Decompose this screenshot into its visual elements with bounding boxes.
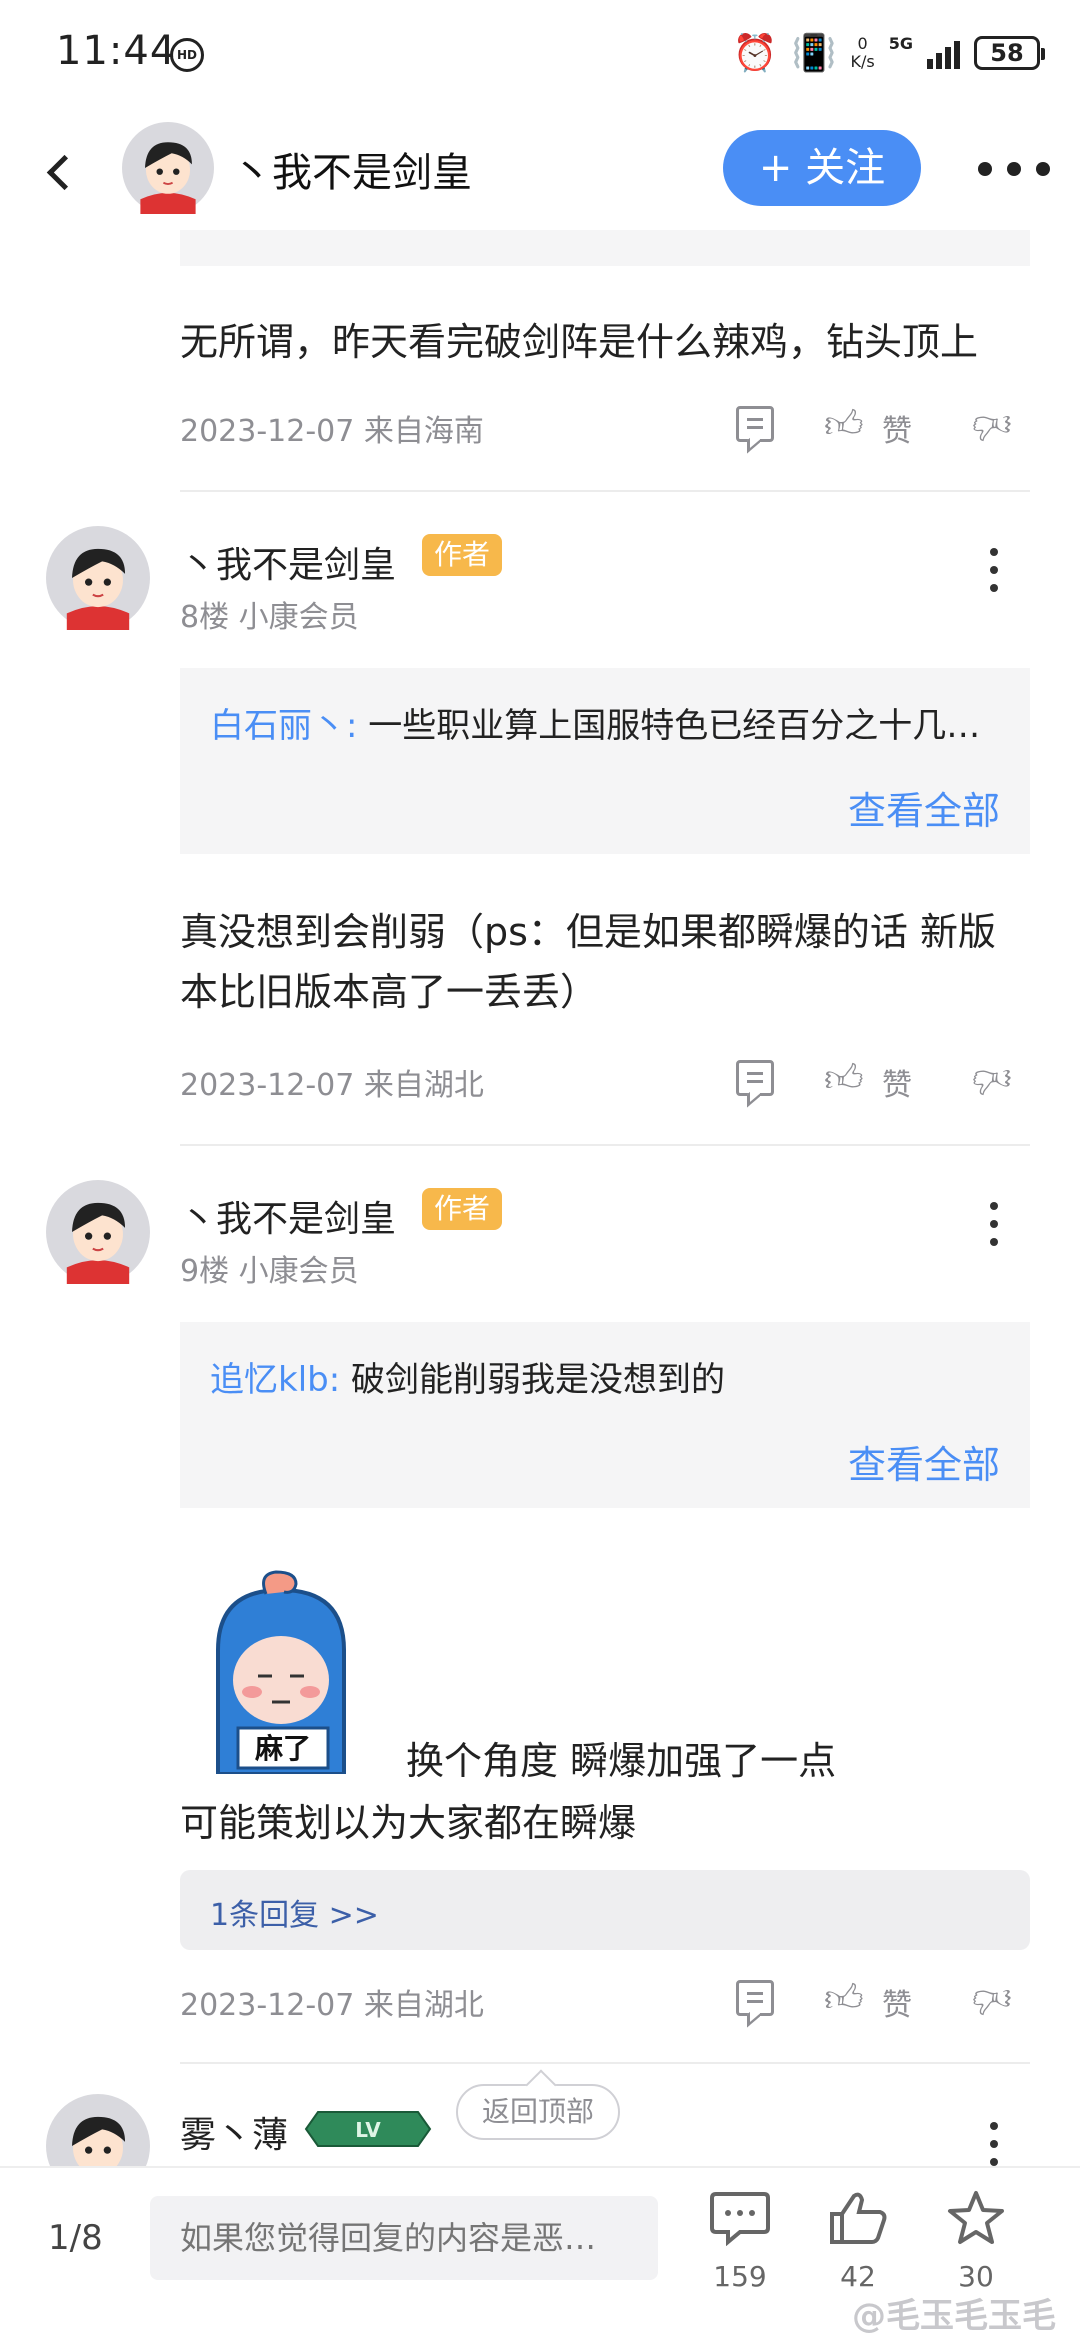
sticker-image[interactable]: 麻了 — [188, 1570, 374, 1774]
user-avatar[interactable] — [46, 1180, 150, 1284]
thumbs-down-icon[interactable]: 👍︎ — [972, 1976, 1012, 2022]
quoted-username[interactable]: 追忆klb: — [210, 1360, 340, 1400]
reply-input[interactable] — [150, 2196, 658, 2280]
like-button[interactable]: 42 — [818, 2190, 898, 2293]
thumbs-down-icon[interactable]: 👍︎ — [972, 1056, 1012, 1102]
divider — [180, 1144, 1030, 1146]
back-arrow-icon[interactable] — [30, 140, 90, 200]
svg-text:LV: LV — [355, 2118, 381, 2142]
user-avatar[interactable] — [46, 526, 150, 630]
favorite-button[interactable]: 30 — [936, 2190, 1016, 2293]
network-type: 5G — [888, 33, 913, 53]
quoted-reply: 白石丽丶: 一些职业算上国服特色已经百分之十几… — [210, 698, 1000, 747]
comment-actions: 👍︎ 赞 👍︎ — [736, 1056, 1036, 1106]
comment-text: 无所谓，昨天看完破剑阵是什么辣鸡，钻头顶上 — [180, 320, 979, 364]
divider — [180, 490, 1030, 492]
status-time: 11:44 — [56, 28, 177, 74]
previous-quote-box — [180, 230, 1030, 266]
comment-actions: 👍︎ 赞 👍︎ — [736, 1976, 1036, 2026]
comments-button[interactable]: 159 — [700, 2190, 780, 2293]
quoted-text: 一些职业算上国服特色已经百分之十几… — [357, 706, 981, 746]
like-label[interactable]: 赞 — [882, 1060, 912, 1104]
like-label[interactable]: 赞 — [882, 1980, 912, 2024]
comment-icon — [710, 2192, 770, 2247]
thread-header: 丶我不是剑皇 + 关注 — [0, 110, 1080, 230]
header-avatar[interactable] — [122, 122, 214, 214]
author-badge: 作者 — [422, 534, 502, 576]
status-icons: ⏰ 📳 0 K/s 5G 58 — [732, 28, 1045, 78]
comment-meta: 2023-12-07 来自湖北 — [180, 1068, 484, 1103]
network-speed: 0 K/s — [850, 34, 875, 71]
bottom-bar: 1/8 159 42 30 @毛玉毛玉毛 — [0, 2166, 1080, 2340]
comment-more-icon[interactable] — [990, 548, 998, 592]
reply-icon[interactable] — [736, 1060, 774, 1096]
thumbs-up-icon[interactable]: 👍︎ — [824, 1976, 864, 2022]
battery-icon: 58 — [974, 36, 1045, 70]
comment-more-icon[interactable] — [990, 1202, 998, 1246]
comment-more-icon[interactable] — [990, 2122, 998, 2166]
thumbs-up-icon — [830, 2192, 887, 2244]
vibrate-icon: 📳 — [791, 33, 837, 74]
comment-meta: 2023-12-07 来自海南 — [180, 414, 484, 449]
view-all-link[interactable]: 查看全部 — [848, 1434, 1000, 1489]
quoted-reply-box[interactable]: 白石丽丶: 一些职业算上国服特色已经百分之十几… 查看全部 — [180, 668, 1030, 854]
hd-icon: HD — [170, 38, 204, 72]
floor-info: 9楼 小康会员 — [180, 1254, 359, 1289]
reply-count[interactable]: 1条回复 >> — [210, 1890, 379, 1934]
comment-actions: 👍︎ 赞 👍︎ — [736, 402, 1036, 452]
page-indicator[interactable]: 1/8 — [48, 2218, 103, 2258]
reply-icon[interactable] — [736, 1980, 774, 2016]
quoted-reply: 追忆klb: 破剑能削弱我是没想到的 — [210, 1352, 1000, 1401]
thumbs-up-icon[interactable]: 👍︎ — [824, 1056, 864, 1102]
quoted-username[interactable]: 白石丽丶: — [210, 706, 357, 746]
comment-text: 真没想到会削弱（ps：但是如果都瞬爆的话 新版本比旧版本高了一丢丢） — [180, 910, 997, 1014]
comment-text: 换个角度 瞬爆加强了一点 — [406, 1739, 837, 1783]
quoted-text: 破剑能削弱我是没想到的 — [340, 1360, 725, 1400]
signal-icon — [927, 37, 960, 69]
alarm-icon: ⏰ — [732, 33, 778, 74]
comment-meta: 2023-12-07 来自湖北 — [180, 1988, 484, 2023]
comment-username[interactable]: 丶我不是剑皇 — [180, 1190, 396, 1242]
comment-count: 159 — [713, 2260, 767, 2293]
comment-text: 可能策划以为大家都在瞬爆 — [180, 1801, 637, 1845]
floor-info: 8楼 小康会员 — [180, 600, 359, 635]
sub-replies-link[interactable]: 1条回复 >> — [180, 1870, 1030, 1950]
star-icon — [948, 2191, 1004, 2244]
reply-icon[interactable] — [736, 406, 774, 442]
sticker-caption: 麻了 — [255, 1732, 311, 1765]
level-badge: LV — [304, 2111, 432, 2147]
divider — [180, 2062, 1030, 2064]
thumbs-up-icon[interactable]: 👍︎ — [824, 402, 864, 448]
like-label[interactable]: 赞 — [882, 406, 912, 450]
more-options-icon[interactable] — [978, 162, 1050, 176]
status-bar: 11:44 HD ⏰ 📳 0 K/s 5G 58 — [0, 0, 1080, 110]
follow-button[interactable]: + 关注 — [723, 130, 921, 206]
comment-username[interactable]: 丶我不是剑皇 — [180, 536, 396, 588]
author-badge: 作者 — [422, 1188, 502, 1230]
header-username[interactable]: 丶我不是剑皇 — [232, 140, 472, 198]
view-all-link[interactable]: 查看全部 — [848, 780, 1000, 835]
quoted-reply-box[interactable]: 追忆klb: 破剑能削弱我是没想到的 查看全部 — [180, 1322, 1030, 1508]
thumbs-down-icon[interactable]: 👍︎ — [972, 402, 1012, 448]
watermark: @毛玉毛玉毛 — [852, 2296, 1056, 2336]
back-to-top-button[interactable]: 返回顶部 — [456, 2084, 620, 2140]
comment-username[interactable]: 雾丶薄 — [180, 2106, 288, 2158]
